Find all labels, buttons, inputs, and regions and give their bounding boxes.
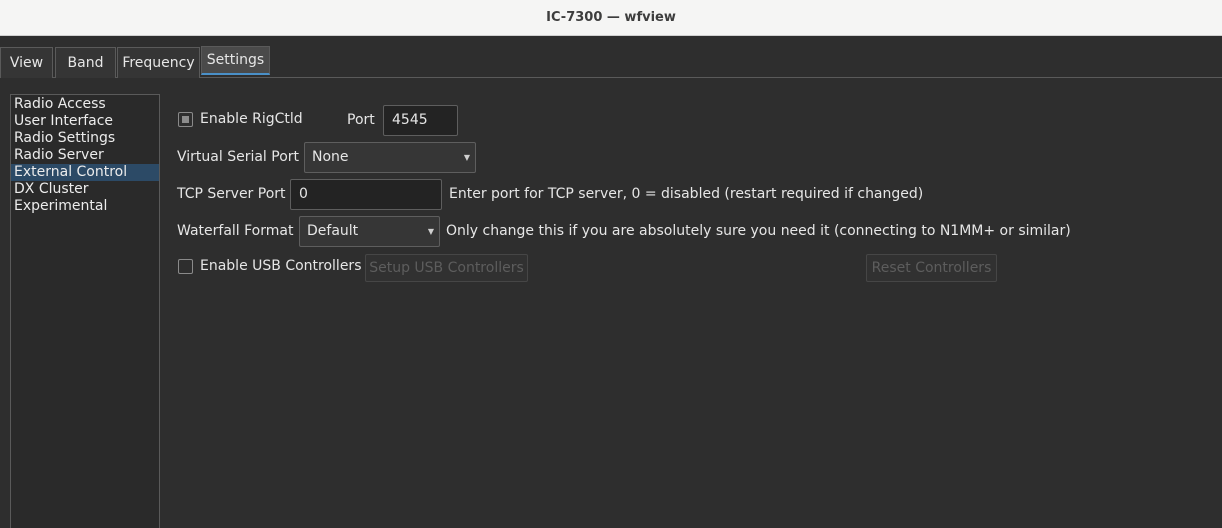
tcp-server-port-input[interactable]: 0	[290, 179, 442, 210]
tab-frequency[interactable]: Frequency	[117, 47, 200, 78]
reset-controllers-button[interactable]: Reset Controllers	[866, 254, 997, 282]
setup-usb-controllers-button[interactable]: Setup USB Controllers	[365, 254, 528, 282]
sidebar-item-radio-access[interactable]: Radio Access	[11, 96, 159, 113]
sidebar-item-external-control[interactable]: External Control	[11, 164, 159, 181]
sidebar-item-experimental[interactable]: Experimental	[11, 198, 159, 215]
tcp-server-port-label: TCP Server Port	[177, 186, 286, 202]
virtual-serial-port-value: None	[312, 149, 349, 165]
sidebar-item-user-interface[interactable]: User Interface	[11, 113, 159, 130]
enable-rigctld-label: Enable RigCtld	[200, 111, 303, 127]
virtual-serial-port-select[interactable]: None ▼	[304, 142, 476, 173]
enable-usb-controllers-checkbox[interactable]	[178, 259, 193, 274]
waterfall-format-select[interactable]: Default ▼	[299, 216, 440, 247]
tab-bar: View Band Frequency Settings	[0, 36, 1222, 78]
enable-rigctld-checkbox[interactable]	[178, 112, 193, 127]
chevron-down-icon: ▼	[427, 227, 434, 236]
sidebar-item-dx-cluster[interactable]: DX Cluster	[11, 181, 159, 198]
waterfall-format-value: Default	[307, 223, 359, 239]
tab-band[interactable]: Band	[55, 47, 116, 78]
tcp-server-port-hint: Enter port for TCP server, 0 = disabled …	[449, 186, 924, 202]
tab-settings[interactable]: Settings	[201, 46, 270, 75]
settings-category-list[interactable]: Radio Access User Interface Radio Settin…	[10, 94, 160, 528]
sidebar-item-radio-server[interactable]: Radio Server	[11, 147, 159, 164]
window-title: IC-7300 — wfview	[546, 10, 676, 25]
enable-usb-controllers-label: Enable USB Controllers	[200, 258, 362, 274]
tab-view[interactable]: View	[0, 47, 53, 78]
rigctld-port-input[interactable]: 4545	[383, 105, 458, 136]
window-titlebar: IC-7300 — wfview	[0, 0, 1222, 36]
waterfall-format-hint: Only change this if you are absolutely s…	[446, 223, 1071, 239]
chevron-down-icon: ▼	[463, 153, 470, 162]
waterfall-format-label: Waterfall Format	[177, 223, 294, 239]
virtual-serial-port-label: Virtual Serial Port	[177, 149, 300, 165]
port-label: Port	[347, 112, 375, 128]
sidebar-item-radio-settings[interactable]: Radio Settings	[11, 130, 159, 147]
